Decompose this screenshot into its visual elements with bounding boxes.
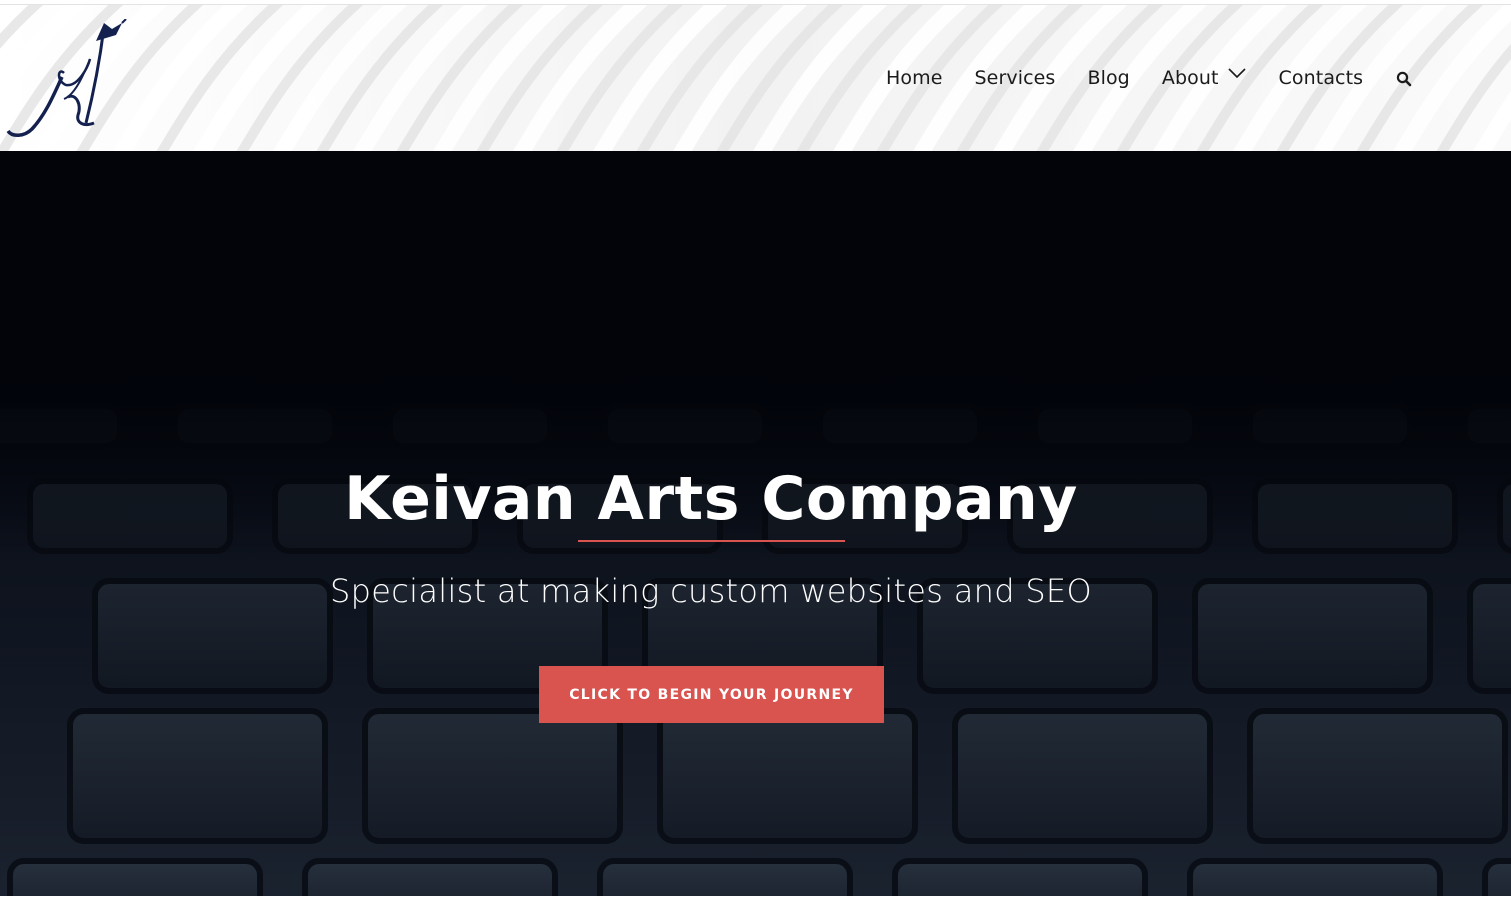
- nav-item-label: About: [1161, 67, 1219, 89]
- nav-item-label: Contacts: [1278, 67, 1364, 89]
- nav-item-label: Blog: [1087, 67, 1130, 89]
- search-button[interactable]: [1390, 67, 1418, 91]
- company-logo[interactable]: [4, 19, 134, 139]
- main-nav: Home Services Blog About Contacts: [870, 5, 1379, 151]
- hero-subtitle: Specialist at making custom websites and…: [330, 572, 1092, 610]
- begin-journey-button[interactable]: Click to begin your journey: [539, 666, 884, 723]
- nav-item-about[interactable]: About: [1146, 58, 1263, 98]
- nav-item-services[interactable]: Services: [959, 58, 1072, 98]
- search-icon: [1396, 71, 1412, 87]
- site-header: Home Services Blog About Contacts: [0, 5, 1511, 151]
- nav-item-blog[interactable]: Blog: [1071, 58, 1145, 98]
- hero-title-underline: [578, 540, 845, 542]
- nav-item-label: Services: [974, 67, 1056, 89]
- nav-item-label: Home: [886, 67, 943, 89]
- nav-item-home[interactable]: Home: [870, 58, 959, 98]
- chevron-down-icon[interactable]: [1227, 66, 1247, 80]
- nav-item-contacts[interactable]: Contacts: [1263, 58, 1380, 98]
- hero-section: Keivan Arts Company Specialist at making…: [0, 151, 1511, 896]
- hero-title: Keivan Arts Company: [344, 464, 1078, 534]
